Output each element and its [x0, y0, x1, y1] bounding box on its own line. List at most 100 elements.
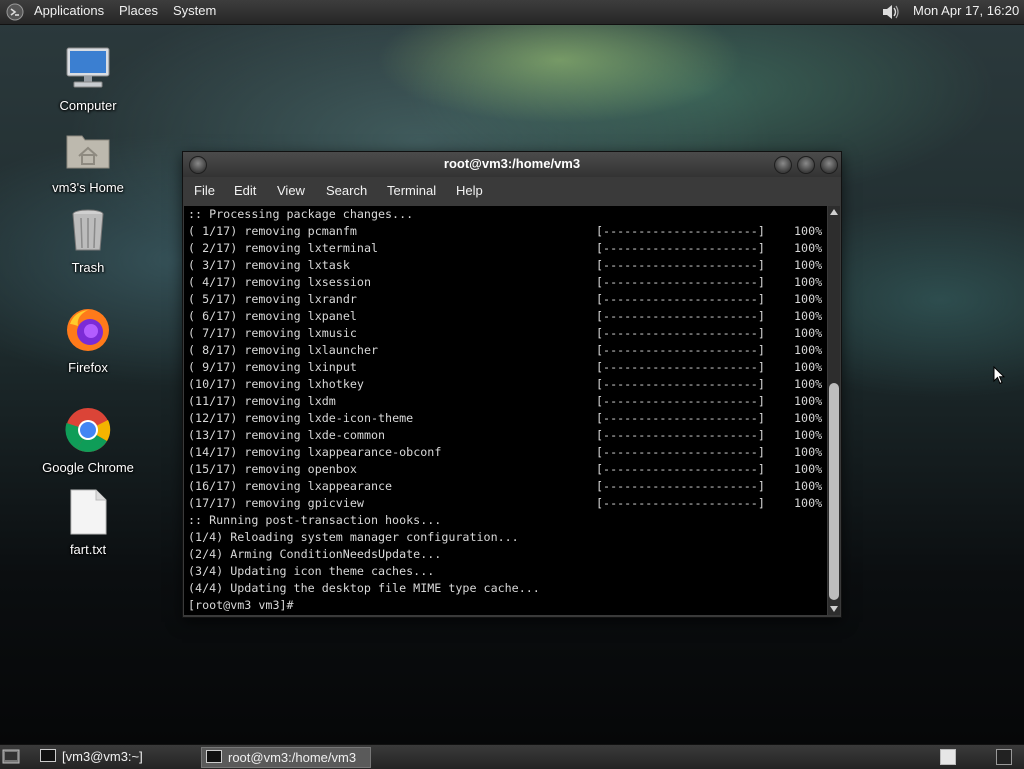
desktop-icon-computer[interactable]: Computer: [38, 44, 138, 113]
trash-icon: [72, 209, 104, 251]
menu-edit[interactable]: Edit: [234, 183, 256, 198]
removal-package: openbox: [307, 462, 357, 476]
removal-verb: removing: [244, 309, 301, 323]
removal-step: (16/17): [188, 479, 238, 493]
desktop-icon-fart-txt[interactable]: fart.txt: [38, 488, 138, 557]
show-desktop-icon[interactable]: [2, 748, 20, 765]
window-menubar: File Edit View Search Terminal Help: [183, 177, 841, 205]
removal-verb: removing: [244, 411, 301, 425]
desktop-icon-chrome[interactable]: Google Chrome: [38, 406, 138, 475]
progress-bar-text: [----------------------]: [596, 445, 765, 459]
terminal-icon: [206, 750, 222, 763]
progress-percent: 100%: [794, 411, 823, 425]
progress-bar-text: [----------------------]: [596, 258, 765, 272]
removal-step: (10/17): [188, 377, 238, 391]
terminal-line: (10/17) removing lxhotkey [--------------…: [184, 376, 827, 393]
menu-view[interactable]: View: [277, 183, 305, 198]
terminal-line: (1/4) Reloading system manager configura…: [188, 530, 519, 544]
removal-package: lxtask: [307, 258, 350, 272]
distro-logo-icon[interactable]: [6, 3, 24, 21]
removal-step: ( 8/17): [188, 343, 238, 357]
removal-verb: removing: [244, 343, 301, 357]
progress-bar-text: [----------------------]: [596, 343, 765, 357]
progress-bar-text: [----------------------]: [596, 292, 765, 306]
removal-verb: removing: [244, 479, 301, 493]
terminal-line: ( 5/17) removing lxrandr [---------------…: [184, 291, 827, 308]
terminal-line: ( 4/17) removing lxsession [-------------…: [184, 274, 827, 291]
progress-percent: 100%: [794, 377, 823, 391]
progress-percent: 100%: [794, 394, 823, 408]
applications-menu[interactable]: Applications: [34, 3, 104, 18]
terminal-scrollbar[interactable]: [828, 206, 840, 615]
workspace-1[interactable]: [940, 749, 956, 765]
progress-bar-text: [----------------------]: [596, 479, 765, 493]
removal-verb: removing: [244, 275, 301, 289]
removal-step: (14/17): [188, 445, 238, 459]
desktop-icon-label: Trash: [71, 260, 105, 275]
volume-icon[interactable]: [880, 2, 902, 22]
scroll-up-arrow-icon[interactable]: [830, 209, 838, 215]
scroll-down-arrow-icon[interactable]: [830, 606, 838, 612]
menu-search[interactable]: Search: [326, 183, 367, 198]
taskbar-item[interactable]: [vm3@vm3:~]: [36, 747, 196, 766]
workspace-2[interactable]: [996, 749, 1012, 765]
places-menu[interactable]: Places: [119, 3, 158, 18]
menu-help[interactable]: Help: [456, 183, 483, 198]
progress-percent: 100%: [794, 224, 823, 238]
progress-bar-text: [----------------------]: [596, 411, 765, 425]
computer-icon: [66, 47, 110, 88]
removal-package: lxmusic: [307, 326, 357, 340]
removal-package: lxdm: [307, 394, 336, 408]
scrollbar-thumb[interactable]: [829, 383, 839, 600]
progress-percent: 100%: [794, 241, 823, 255]
desktop-icon-label: Computer: [59, 98, 117, 113]
terminal-line: (17/17) removing gpicview [--------------…: [184, 495, 827, 512]
system-menu[interactable]: System: [173, 3, 216, 18]
progress-bar-text: [----------------------]: [596, 360, 765, 374]
desktop-icon-label: Firefox: [68, 360, 108, 375]
progress-percent: 100%: [794, 479, 823, 493]
progress-bar-text: [----------------------]: [596, 428, 765, 442]
removal-step: ( 3/17): [188, 258, 238, 272]
progress-percent: 100%: [794, 292, 823, 306]
progress-bar-text: [----------------------]: [596, 224, 765, 238]
terminal-window: root@vm3:/home/vm3 File Edit View Search…: [182, 151, 842, 618]
progress-percent: 100%: [794, 462, 823, 476]
removal-step: (12/17): [188, 411, 238, 425]
removal-verb: removing: [244, 462, 301, 476]
progress-percent: 100%: [794, 343, 823, 357]
removal-step: ( 1/17): [188, 224, 238, 238]
progress-percent: 100%: [794, 258, 823, 272]
clock[interactable]: Mon Apr 17, 16:20: [913, 3, 1019, 18]
taskbar-item-active[interactable]: root@vm3:/home/vm3: [201, 747, 371, 768]
desktop-icon-home[interactable]: vm3's Home: [38, 126, 138, 195]
removal-verb: removing: [244, 394, 301, 408]
progress-bar-text: [----------------------]: [596, 309, 765, 323]
window-titlebar[interactable]: root@vm3:/home/vm3: [183, 152, 841, 177]
removal-package: lxinput: [307, 360, 357, 374]
removal-package: gpicview: [307, 496, 364, 510]
close-button[interactable]: [820, 156, 838, 174]
desktop-icon-label: fart.txt: [69, 542, 107, 557]
removal-verb: removing: [244, 445, 301, 459]
terminal-line: (2/4) Arming ConditionNeedsUpdate...: [188, 547, 442, 561]
terminal-line: (11/17) removing lxdm [------------------…: [184, 393, 827, 410]
desktop-icon-trash[interactable]: Trash: [38, 206, 138, 275]
maximize-button[interactable]: [797, 156, 815, 174]
removal-verb: removing: [244, 241, 301, 255]
desktop-icon-firefox[interactable]: Firefox: [38, 306, 138, 375]
chrome-icon: [65, 408, 111, 452]
progress-percent: 100%: [794, 275, 823, 289]
terminal-line: :: Processing package changes...: [188, 207, 414, 221]
terminal-line: ( 6/17) removing lxpanel [---------------…: [184, 308, 827, 325]
minimize-button[interactable]: [774, 156, 792, 174]
menu-terminal[interactable]: Terminal: [387, 183, 436, 198]
menu-file[interactable]: File: [194, 183, 215, 198]
home-folder-icon: [66, 135, 110, 169]
terminal-line: (16/17) removing lxappearance [----------…: [184, 478, 827, 495]
terminal-line: ( 9/17) removing lxinput [---------------…: [184, 359, 827, 376]
removal-package: lxde-common: [307, 428, 386, 442]
terminal-output[interactable]: :: Processing package changes... ( 1/17)…: [184, 206, 827, 615]
text-file-icon: [70, 489, 107, 535]
terminal-line: ( 7/17) removing lxmusic [---------------…: [184, 325, 827, 342]
